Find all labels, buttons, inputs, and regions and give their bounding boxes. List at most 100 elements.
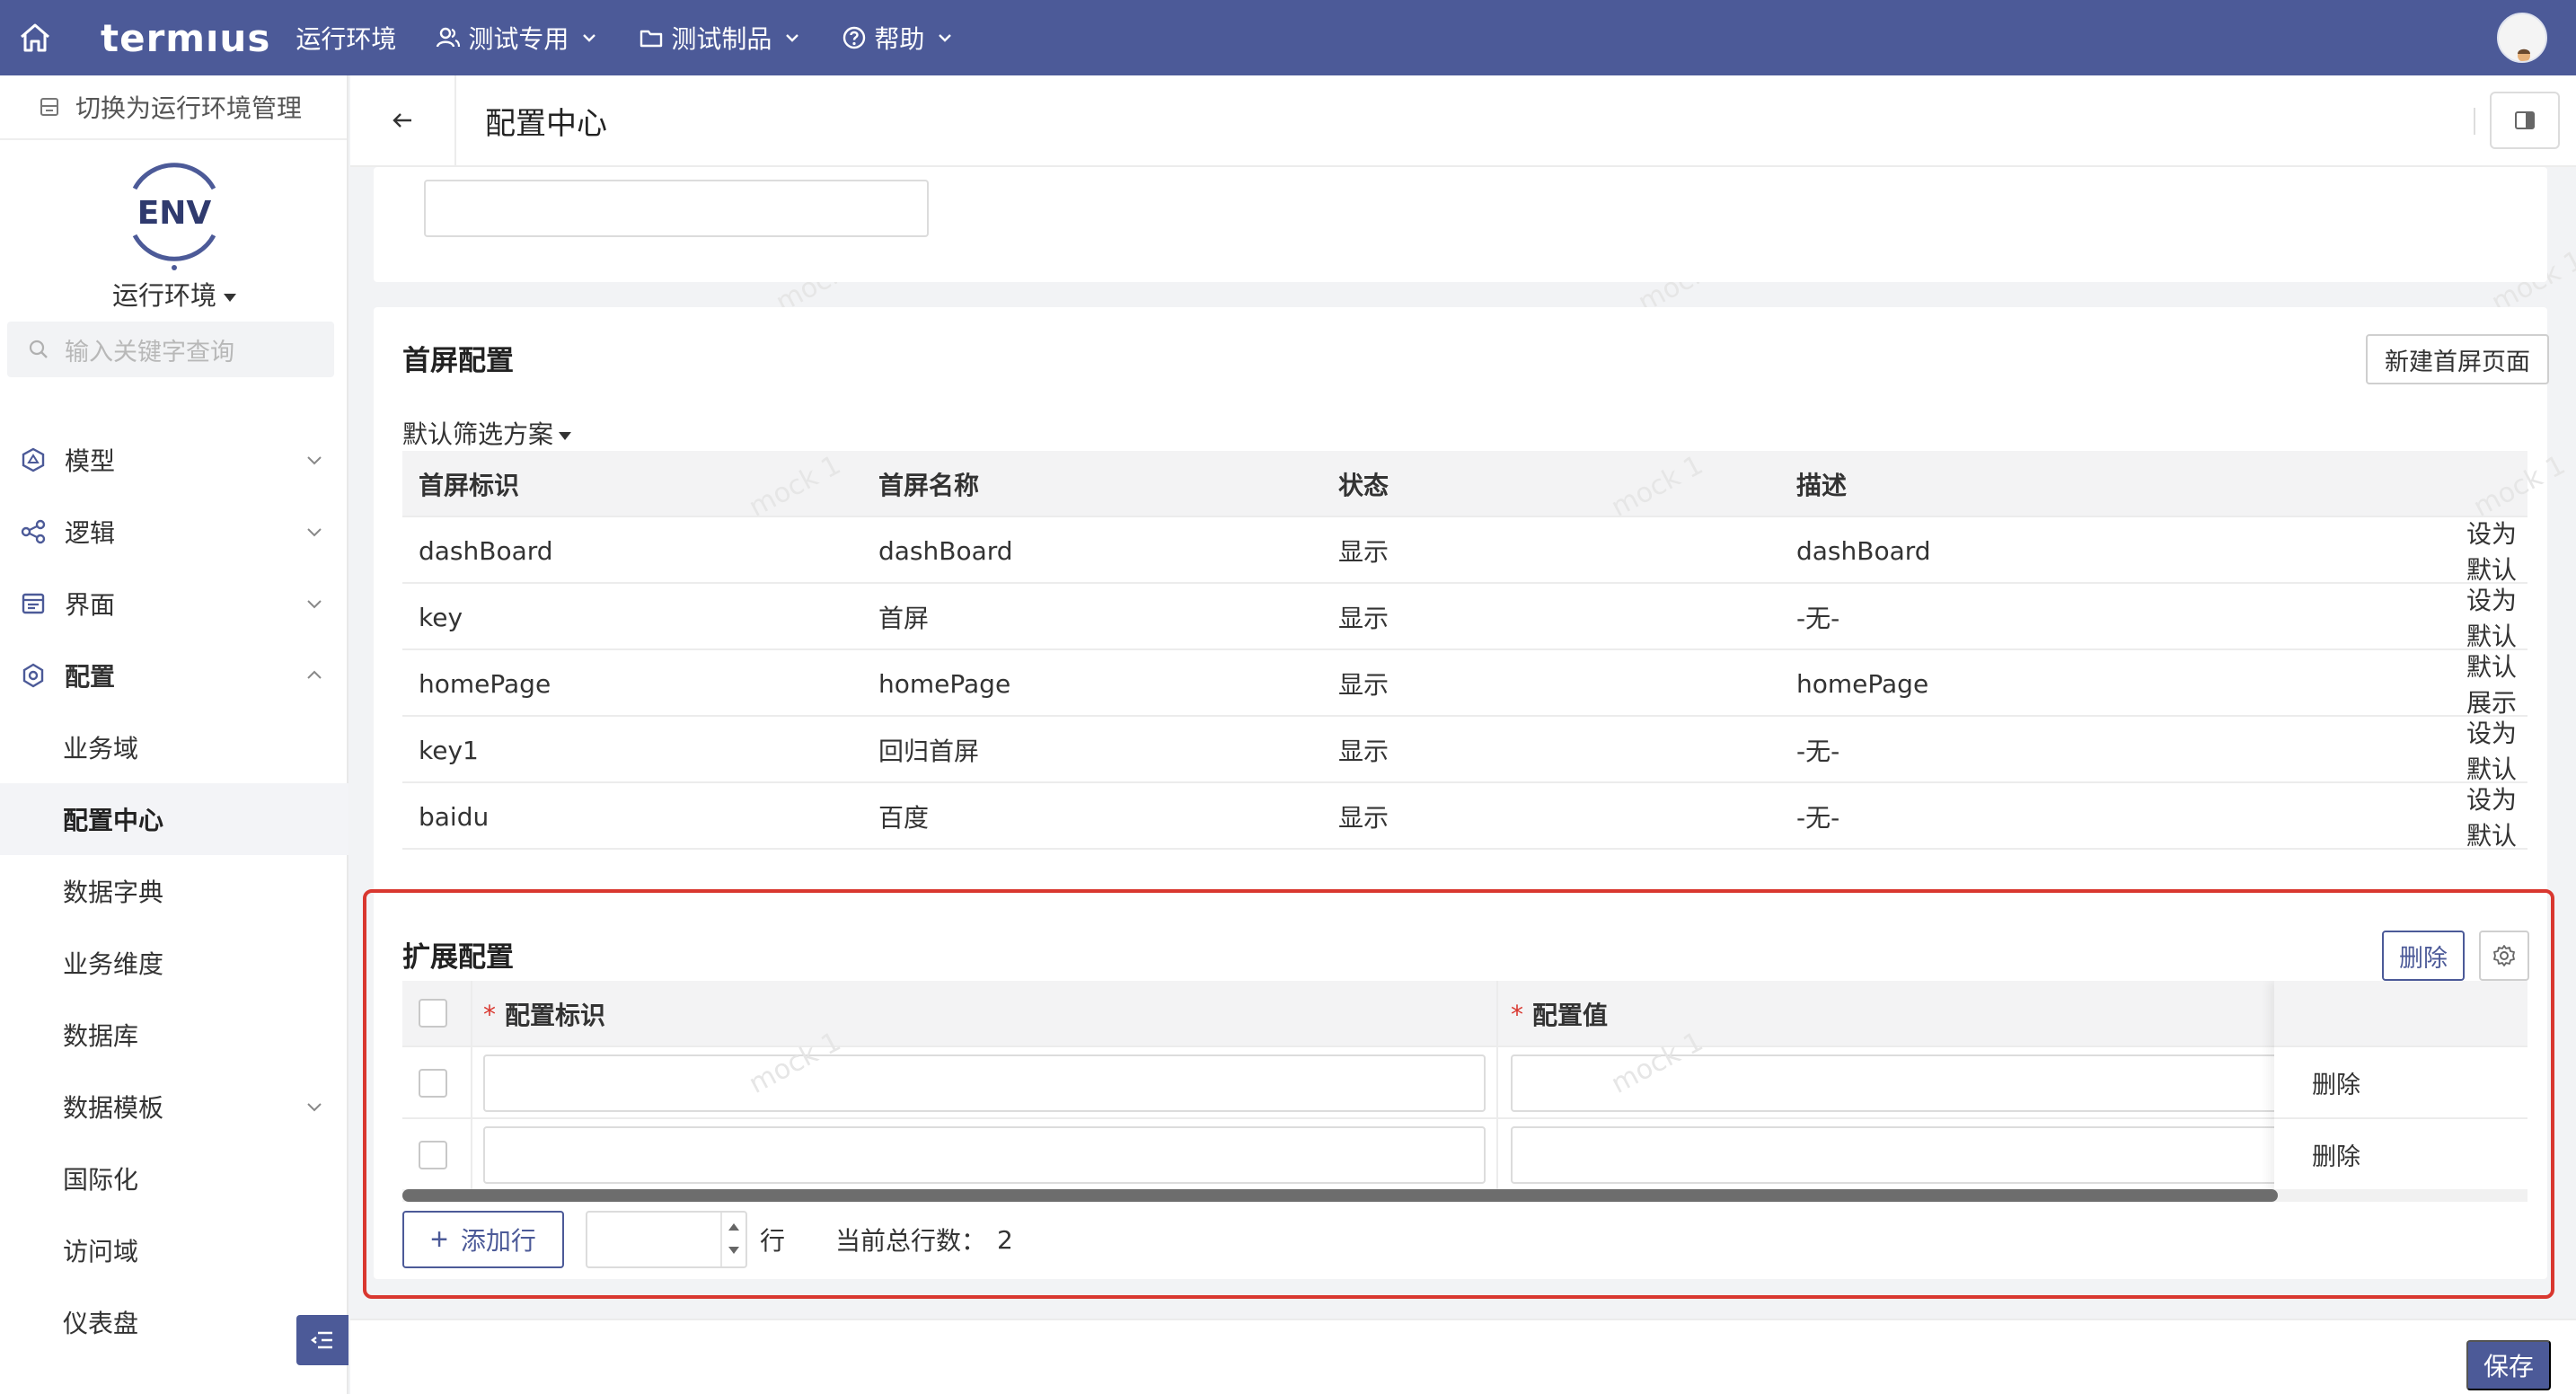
- menu-label: 帮助: [874, 24, 925, 54]
- row-checkbox[interactable]: [419, 1069, 447, 1098]
- horizontal-scrollbar[interactable]: [402, 1189, 2527, 1202]
- sidebar-subitem-label: 业务域: [63, 734, 139, 763]
- set-default-link[interactable]: 设为默认: [2466, 584, 2527, 651]
- sidebar-subitem-database[interactable]: 数据库: [0, 999, 348, 1071]
- cell-desc: -无-: [1796, 604, 1840, 633]
- fixed-action-column: 删除 删除: [2274, 981, 2527, 1195]
- ui-icon: [20, 590, 47, 617]
- sidebar-subitem-label: 数据字典: [63, 878, 164, 907]
- add-row-count-input[interactable]: [586, 1211, 747, 1268]
- home-icon[interactable]: [16, 19, 54, 57]
- sidebar-subitem-label: 国际化: [63, 1165, 139, 1195]
- cell-status: 显示: [1338, 604, 1389, 633]
- logic-icon: [20, 518, 47, 545]
- sidebar-item-model[interactable]: 模型: [0, 424, 348, 496]
- default-display-label: 默认展示: [2466, 652, 2518, 718]
- sidebar-subitem-business-dimension[interactable]: 业务维度: [0, 927, 348, 999]
- chevron-down-icon: [935, 28, 955, 48]
- row-checkbox[interactable]: [419, 1141, 447, 1169]
- ext-config-title: 扩展配置: [402, 941, 514, 974]
- toggle-panel-button[interactable]: [2490, 92, 2560, 149]
- sidebar-subitem-data-template[interactable]: 数据模板: [0, 1071, 348, 1143]
- new-home-page-button[interactable]: 新建首屏页面: [2366, 334, 2549, 384]
- env-switcher[interactable]: 运行环境: [0, 275, 348, 313]
- filter-scheme-dropdown[interactable]: 默认筛选方案: [402, 415, 572, 451]
- row-unit-label: 行: [760, 1226, 786, 1256]
- settings-button[interactable]: [2479, 931, 2529, 981]
- switch-label: 切换为运行环境管理: [75, 93, 303, 123]
- sidebar: 切换为运行环境管理 ENV 运行环境 输入关键字查询 模型 逻辑 界面 配置 业…: [0, 75, 348, 1394]
- sidebar-collapse-button[interactable]: [296, 1315, 348, 1365]
- cell-id: key1: [419, 735, 479, 765]
- menu-label: 测试制品: [671, 24, 772, 54]
- app-logo[interactable]: termıus: [101, 16, 270, 60]
- sidebar-item-config[interactable]: 配置: [0, 640, 348, 711]
- table-row: baidu 百度 显示 -无- 设为默认 ···: [402, 783, 2527, 851]
- sidebar-search-input[interactable]: 输入关键字查询: [7, 322, 334, 377]
- stepper-down-icon[interactable]: [728, 1247, 739, 1254]
- menu-help[interactable]: 帮助: [842, 20, 955, 56]
- header-divider: [2474, 108, 2475, 135]
- table-row: [402, 1047, 2527, 1119]
- sidebar-subitem-label: 数据模板: [63, 1093, 164, 1123]
- sidebar-subitem-data-dictionary[interactable]: 数据字典: [0, 855, 348, 927]
- top-text-input[interactable]: [424, 180, 929, 237]
- cell-desc: -无-: [1796, 737, 1840, 766]
- env-logo-text: ENV: [137, 195, 212, 232]
- add-row-button[interactable]: + 添加行: [402, 1211, 564, 1268]
- cell-name: dashBoard: [878, 535, 1013, 566]
- column-header-key: * 配置标识: [483, 981, 605, 1047]
- cell-id: baidu: [419, 801, 490, 832]
- stepper-up-icon[interactable]: [728, 1223, 739, 1231]
- menu-test-special[interactable]: 测试专用: [436, 20, 599, 56]
- table-row: key1 回归首屏 显示 -无- 设为默认 ···: [402, 717, 2527, 784]
- env-link[interactable]: 运行环境: [296, 20, 396, 56]
- collapse-menu-icon: [309, 1327, 336, 1354]
- row-delete-link[interactable]: 删除: [2274, 1119, 2527, 1191]
- table-row: dashBoard dashBoard 显示 dashBoard 设为默认 ··…: [402, 517, 2527, 585]
- sidebar-item-label: 模型: [65, 446, 116, 476]
- user-avatar[interactable]: [2497, 13, 2547, 63]
- sidebar-item-logic[interactable]: 逻辑: [0, 496, 348, 568]
- chevron-down-icon: [304, 593, 325, 614]
- scrollbar-thumb[interactable]: [402, 1189, 2278, 1202]
- cell-name: homePage: [878, 668, 1011, 699]
- column-divider: [1496, 981, 1498, 1195]
- cell-id: dashBoard: [419, 535, 553, 566]
- save-button[interactable]: 保存: [2466, 1340, 2551, 1390]
- caret-down-icon: [559, 431, 572, 440]
- back-button[interactable]: [350, 75, 456, 165]
- sidebar-subitem-label: 仪表盘: [63, 1309, 139, 1338]
- select-all-checkbox[interactable]: [419, 999, 447, 1028]
- total-rows-label: 当前总行数：: [835, 1226, 987, 1256]
- cell-status: 显示: [1338, 737, 1389, 766]
- sidebar-subitem-business-domain[interactable]: 业务域: [0, 711, 348, 783]
- sidebar-item-ui[interactable]: 界面: [0, 568, 348, 640]
- sidebar-item-label: 逻辑: [65, 518, 116, 548]
- search-icon: [27, 338, 50, 361]
- switch-env-management[interactable]: 切换为运行环境管理: [0, 75, 347, 140]
- set-default-link[interactable]: 设为默认: [2466, 783, 2527, 851]
- config-key-input[interactable]: [483, 1126, 1486, 1184]
- sidebar-subitem-i18n[interactable]: 国际化: [0, 1143, 348, 1214]
- sidebar-item-label: 配置: [65, 662, 116, 692]
- set-default-link[interactable]: 设为默认: [2466, 517, 2527, 585]
- cell-desc: homePage: [1796, 668, 1929, 699]
- caret-down-icon: [224, 293, 236, 302]
- delete-selected-button[interactable]: 删除: [2382, 931, 2465, 981]
- env-logo: ENV: [122, 153, 226, 271]
- env-name-label: 运行环境: [111, 280, 216, 311]
- main-content: mock 1 mock 1 mock 1 首屏配置 新建首屏页面 默认筛选方案 …: [350, 167, 2576, 1317]
- set-default-link[interactable]: 设为默认: [2466, 717, 2527, 784]
- menu-test-artifact[interactable]: 测试制品: [639, 20, 802, 56]
- folder-icon: [639, 25, 664, 50]
- top-navbar: termıus 运行环境 测试专用 测试制品 帮助: [0, 0, 2576, 75]
- row-delete-link[interactable]: 删除: [2274, 1047, 2527, 1119]
- cell-name: 首屏: [878, 604, 930, 633]
- number-stepper[interactable]: [720, 1213, 745, 1266]
- cell-name: 回归首屏: [878, 737, 980, 766]
- sidebar-subitem-access-domain[interactable]: 访问域: [0, 1214, 348, 1286]
- users-icon: [436, 25, 461, 50]
- config-key-input[interactable]: [483, 1054, 1486, 1112]
- sidebar-subitem-config-center[interactable]: 配置中心: [0, 783, 348, 855]
